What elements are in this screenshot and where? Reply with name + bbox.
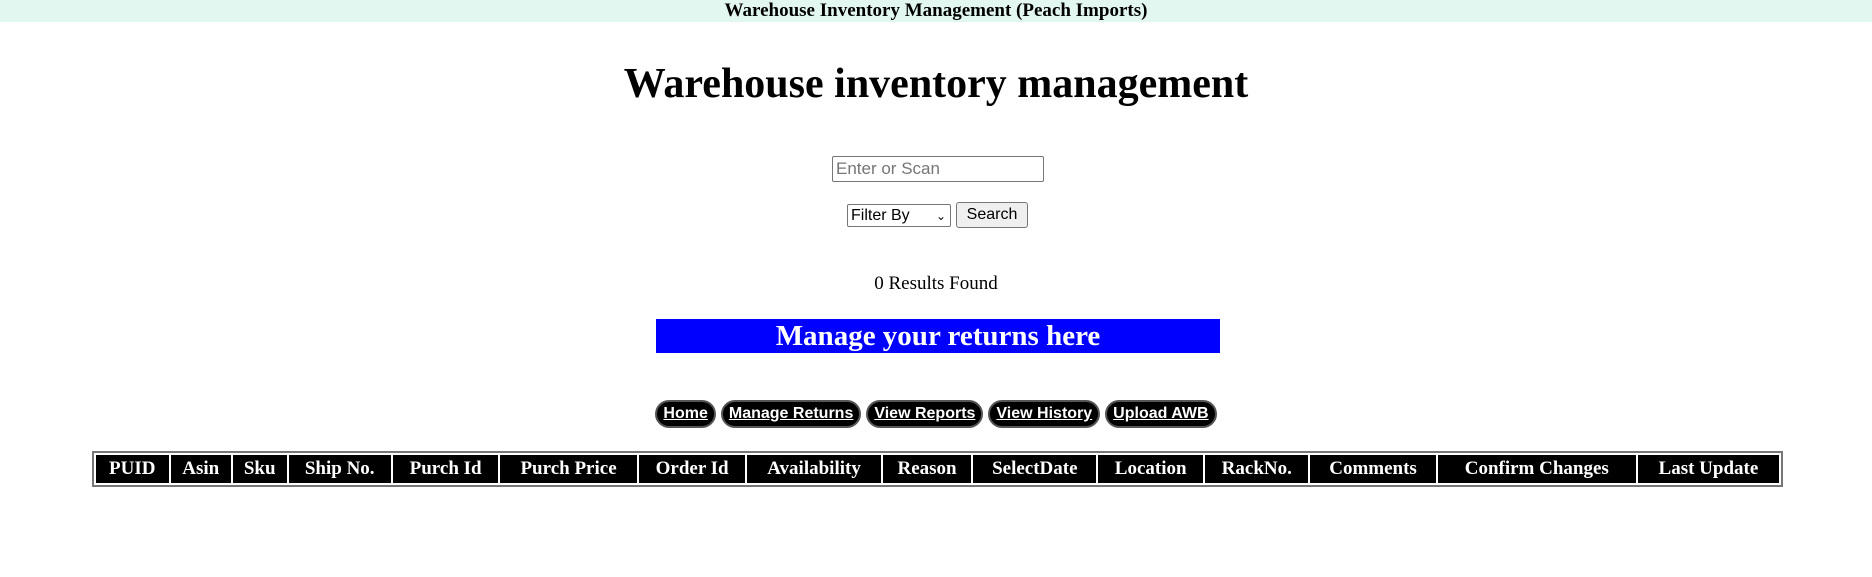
results-count: 0 Results Found: [874, 273, 998, 294]
column-header-reason: Reason: [882, 455, 972, 483]
column-header-purch-price: Purch Price: [500, 455, 637, 483]
page-title: Warehouse inventory management: [623, 61, 1249, 107]
table-header-row: PUID Asin Sku Ship No. Purch Id Purch Pr…: [96, 455, 1779, 483]
nav-bar: Home Manage Returns View Reports View Hi…: [0, 400, 1872, 428]
search-button[interactable]: Search: [956, 202, 1028, 228]
chevron-down-icon: ⌄: [935, 209, 946, 223]
app-title: Warehouse Inventory Management (Peach Im…: [724, 0, 1148, 21]
column-header-location: Location: [1098, 455, 1204, 483]
nav-home-button[interactable]: Home: [655, 400, 716, 428]
column-header-last-update: Last Update: [1637, 455, 1779, 483]
column-header-select-date: SelectDate: [973, 455, 1097, 483]
inventory-table: PUID Asin Sku Ship No. Purch Id Purch Pr…: [92, 451, 1783, 487]
nav-manage-returns-button[interactable]: Manage Returns: [720, 400, 862, 428]
column-header-sku: Sku: [232, 455, 287, 483]
column-header-purch-id: Purch Id: [392, 455, 499, 483]
column-header-asin: Asin: [170, 455, 231, 483]
column-header-puid: PUID: [96, 455, 169, 483]
nav-view-history-button[interactable]: View History: [988, 400, 1101, 428]
column-header-ship-no: Ship No.: [288, 455, 391, 483]
nav-view-reports-button[interactable]: View Reports: [866, 400, 984, 428]
app-title-bar: Warehouse Inventory Management (Peach Im…: [0, 0, 1872, 22]
filter-by-select[interactable]: Filter By ⌄: [847, 204, 951, 227]
nav-upload-awb-button[interactable]: Upload AWB: [1105, 400, 1217, 428]
scan-input[interactable]: [832, 156, 1044, 182]
column-header-availability: Availability: [747, 455, 881, 483]
column-header-rack-no: RackNo.: [1205, 455, 1309, 483]
column-header-order-id: Order Id: [638, 455, 746, 483]
column-header-comments: Comments: [1310, 455, 1436, 483]
filter-by-value: Filter By: [851, 207, 910, 224]
column-header-confirm-changes: Confirm Changes: [1437, 455, 1636, 483]
manage-returns-banner[interactable]: Manage your returns here: [656, 319, 1220, 353]
